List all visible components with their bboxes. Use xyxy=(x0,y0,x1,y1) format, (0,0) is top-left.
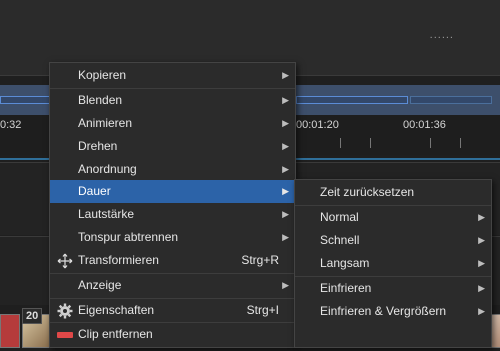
menu-item-anordnung[interactable]: Anordnung ▶ xyxy=(50,158,295,181)
submenu-arrow-icon: ▶ xyxy=(282,232,289,242)
ruler-tick xyxy=(340,138,341,148)
submenu-item-einfrieren[interactable]: Einfrieren ▶ xyxy=(295,277,491,300)
menu-item-anzeige[interactable]: Anzeige ▶ xyxy=(50,274,295,297)
ruler-time-label: 00:01:20 xyxy=(296,119,339,131)
menu-item-drehen[interactable]: Drehen ▶ xyxy=(50,135,295,158)
submenu-arrow-icon: ▶ xyxy=(282,95,289,105)
submenu-arrow-icon: ▶ xyxy=(478,258,485,268)
submenu-arrow-icon: ▶ xyxy=(478,235,485,245)
submenu-item-label: Zeit zurücksetzen xyxy=(320,185,415,199)
clip-label: 20 xyxy=(22,308,43,324)
menu-item-animieren[interactable]: Animieren ▶ xyxy=(50,112,295,135)
submenu-arrow-icon: ▶ xyxy=(282,141,289,151)
menu-item-label: Anordnung xyxy=(78,162,137,176)
submenu-item-zeit-zuruecksetzen[interactable]: Zeit zurücksetzen xyxy=(295,181,491,204)
menu-item-clip-entfernen[interactable]: Clip entfernen xyxy=(50,323,295,346)
submenu-item-normal[interactable]: Normal ▶ xyxy=(295,206,491,229)
menu-item-label: Transformieren xyxy=(78,253,159,267)
submenu-arrow-icon: ▶ xyxy=(282,280,289,290)
submenu-arrow-icon: ▶ xyxy=(282,209,289,219)
submenu-item-langsam[interactable]: Langsam ▶ xyxy=(295,252,491,275)
ruler-time-label: 00:01:36 xyxy=(403,119,446,131)
menu-item-tonspur-abtrennen[interactable]: Tonspur abtrennen ▶ xyxy=(50,226,295,249)
menu-item-label: Dauer xyxy=(78,184,111,198)
submenu-item-label: Normal xyxy=(320,210,359,224)
clip-thumbnail[interactable] xyxy=(0,314,20,348)
timeline-marker-bar[interactable] xyxy=(296,96,408,104)
submenu-item-label: Einfrieren & Vergrößern xyxy=(320,304,447,318)
timeline-marker-bar[interactable] xyxy=(410,96,492,104)
remove-clip-icon xyxy=(57,327,73,343)
submenu-arrow-icon: ▶ xyxy=(478,283,485,293)
menu-item-dauer[interactable]: Dauer ▶ xyxy=(50,180,295,203)
submenu-arrow-icon: ▶ xyxy=(282,186,289,196)
menu-item-label: Animieren xyxy=(78,116,133,130)
submenu-item-label: Schnell xyxy=(320,233,360,247)
shortcut-label: Strg+I xyxy=(246,303,279,317)
menu-item-label: Lautstärke xyxy=(78,207,135,221)
more-dots-icon[interactable]: ...... xyxy=(430,30,454,41)
submenu-arrow-icon: ▶ xyxy=(478,306,485,316)
menu-item-label: Kopieren xyxy=(78,68,127,82)
submenu-item-schnell[interactable]: Schnell ▶ xyxy=(295,229,491,252)
menu-item-label: Tonspur abtrennen xyxy=(78,230,179,244)
menu-item-kopieren[interactable]: Kopieren ▶ xyxy=(50,64,295,87)
timeline-marker-bar[interactable] xyxy=(0,96,50,104)
menu-item-transformieren[interactable]: Transformieren Strg+R xyxy=(50,249,295,272)
submenu-arrow-icon: ▶ xyxy=(282,164,289,174)
submenu-arrow-icon: ▶ xyxy=(282,118,289,128)
menu-item-label: Clip entfernen xyxy=(78,327,153,341)
ruler-time-label: 0:32 xyxy=(0,119,22,131)
duration-submenu: Zeit zurücksetzen Normal ▶ Schnell ▶ Lan… xyxy=(294,179,492,348)
menu-item-label: Anzeige xyxy=(78,278,122,292)
submenu-arrow-icon: ▶ xyxy=(478,212,485,222)
ruler-tick xyxy=(370,138,371,148)
menu-item-label: Blenden xyxy=(78,93,123,107)
menu-item-eigenschaften[interactable]: Eigenschaften Strg+I xyxy=(50,299,295,322)
menu-item-label: Eigenschaften xyxy=(78,303,155,317)
ruler-tick xyxy=(460,138,461,148)
submenu-item-label: Einfrieren xyxy=(320,281,372,295)
submenu-item-einfrieren-vergroessern[interactable]: Einfrieren & Vergrößern ▶ xyxy=(295,300,491,323)
menu-item-label: Drehen xyxy=(78,139,118,153)
move-arrows-icon xyxy=(57,253,73,269)
submenu-item-label: Langsam xyxy=(320,256,370,270)
menu-item-lautstaerke[interactable]: Lautstärke ▶ xyxy=(50,203,295,226)
menu-item-blenden[interactable]: Blenden ▶ xyxy=(50,89,295,112)
ruler-tick xyxy=(430,138,431,148)
shortcut-label: Strg+R xyxy=(241,253,279,267)
clip-context-menu: Kopieren ▶ Blenden ▶ Animieren ▶ Drehen … xyxy=(49,62,296,348)
gear-icon xyxy=(57,303,73,319)
submenu-arrow-icon: ▶ xyxy=(282,70,289,80)
